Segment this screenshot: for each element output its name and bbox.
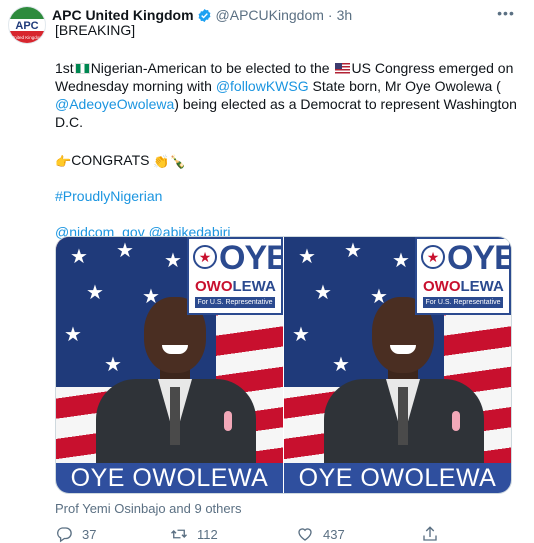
media-photo-2[interactable]: ★★★ ★★★ ★★ ★ OYE OWOLEWA For U.S. Repres… [284, 237, 511, 493]
author-handle[interactable]: @APCUKingdom [216, 5, 324, 25]
sign-last-name: OWOLEWA [195, 279, 276, 295]
tweet[interactable]: APC United Kingdom APC United Kingdom @A… [0, 0, 534, 543]
line-1-c: US Congress emerged on [351, 60, 514, 76]
line-2-b: State born, Mr Oye Owolewa ( [312, 78, 501, 94]
congrats-text: CONGRATS [71, 152, 150, 168]
champagne-bottle-icon: 🍾 [169, 154, 186, 169]
like-button[interactable]: 437 [296, 525, 345, 543]
sign-first-name: OYE [219, 239, 283, 277]
line-2-a: Wednesday morning with [55, 78, 212, 94]
line-4: D.C. [55, 114, 83, 130]
photo-caption: OYE OWOLEWA [284, 463, 511, 493]
retweet-icon [171, 529, 187, 539]
like-count: 437 [323, 526, 345, 542]
reply-button[interactable]: 37 [55, 525, 96, 543]
like-icon [298, 528, 312, 541]
tweet-actions: 37 112 437 [55, 525, 475, 543]
line-1-b: Nigerian-American to be elected to the [90, 60, 330, 76]
campaign-sign: ★ OYE OWOLEWA For U.S. Representative [415, 237, 511, 315]
verified-icon [198, 8, 210, 22]
line-breaking: [BREAKING] [55, 22, 136, 38]
nigeria-flag-icon [74, 63, 90, 74]
apc-logo: APC United Kingdom [9, 7, 45, 43]
sign-last-a: OWO [423, 278, 461, 295]
us-flag-icon [334, 63, 350, 74]
more-icon[interactable]: ••• [494, 5, 518, 23]
star-icon: ★ [421, 245, 445, 269]
sign-first-name: OYE [447, 239, 511, 277]
candidate-photo [324, 297, 484, 469]
sign-last-name: OWOLEWA [423, 279, 504, 295]
pointing-hand-icon: 👉 [55, 154, 72, 169]
sign-last-b: LEWA [232, 278, 276, 295]
tweet-time[interactable]: 3h [337, 5, 353, 25]
reply-count: 37 [82, 526, 97, 542]
share-icon [423, 526, 437, 541]
line-1: 1st Nigerian-American to be elected to th… [55, 59, 513, 77]
photo-caption: OYE OWOLEWA [56, 463, 283, 493]
candidate-photo [96, 297, 256, 469]
media-photo-1[interactable]: ★★★ ★★★ ★★ ★ OYE OWOLEWA For U.S. Repres… [56, 237, 283, 493]
reply-icon [57, 527, 72, 543]
star-icon: ★ [193, 245, 217, 269]
sign-last-b: LEWA [460, 278, 504, 295]
retweet-button[interactable]: 112 [170, 525, 218, 543]
line-2: Wednesday morning with @followKWSG State… [55, 77, 501, 95]
campaign-sign: ★ OYE OWOLEWA For U.S. Representative [187, 237, 283, 315]
sign-last-a: OWO [195, 278, 233, 295]
avatar-subtext: United Kingdom [11, 35, 43, 40]
mention-adeoyeowolewa[interactable]: @AdeoyeOwolewa [55, 96, 174, 112]
hashtag-proudlynigerian[interactable]: #ProudlyNigerian [55, 187, 162, 205]
tweet-media: ★★★ ★★★ ★★ ★ OYE OWOLEWA For U.S. Repres… [55, 236, 512, 494]
sign-subtitle: For U.S. Representative [423, 297, 503, 308]
liked-by-text[interactable]: Prof Yemi Osinbajo and 9 others [55, 501, 241, 517]
retweet-count: 112 [197, 526, 218, 542]
clapping-hands-icon: 👏 [153, 154, 170, 169]
separator-dot: · [327, 7, 333, 23]
line-congrats: 👉CONGRATS 👏🍾 [55, 151, 186, 171]
sign-subtitle: For U.S. Representative [195, 297, 275, 308]
line-3: @AdeoyeOwolewa) being elected as a Democ… [55, 95, 517, 113]
line-1-a: 1st [55, 60, 74, 76]
share-button[interactable] [421, 525, 448, 543]
avatar-text: APC [15, 20, 38, 32]
author-avatar[interactable]: APC United Kingdom [8, 6, 46, 44]
line-3-b: ) being elected as a Democrat to represe… [174, 96, 517, 112]
mention-followkwsg[interactable]: @followKWSG [216, 78, 309, 94]
